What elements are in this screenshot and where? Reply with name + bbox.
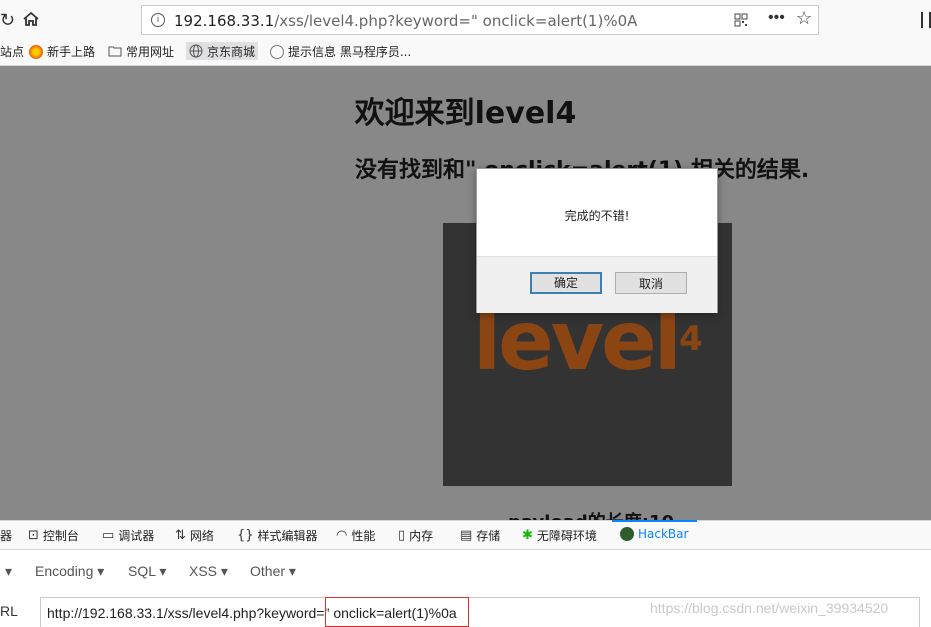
page-title: 欢迎来到level4 bbox=[354, 96, 577, 131]
tab-performance[interactable]: ◠ 性能 bbox=[336, 527, 375, 544]
alert-footer: 确定 取消 bbox=[477, 256, 717, 313]
tab-label: 内存 bbox=[409, 529, 434, 543]
tab-debugger[interactable]: ▭ 调试器 bbox=[102, 527, 154, 544]
tab-label: 样式编辑器 bbox=[257, 529, 318, 543]
menu-label: Encoding bbox=[35, 563, 94, 579]
bookmark-label: 提示信息 黑马程序员... bbox=[288, 45, 412, 59]
tab-label: 无障碍环境 bbox=[536, 529, 597, 543]
menu-label: Other bbox=[250, 563, 286, 579]
bookmark-heima[interactable]: 提示信息 黑马程序员... bbox=[270, 43, 411, 60]
url-text[interactable]: 192.168.33.1/xss/level4.php?keyword=" on… bbox=[174, 12, 637, 30]
network-icon: ⇅ bbox=[175, 528, 186, 543]
memory-icon: ▯ bbox=[398, 528, 406, 543]
tab-hackbar[interactable]: HackBar bbox=[620, 527, 688, 541]
tab-label: 性能 bbox=[351, 529, 376, 543]
more-actions-icon[interactable]: ••• bbox=[768, 9, 785, 27]
bookmark-label: 常用网址 bbox=[126, 45, 175, 59]
active-tab-indicator bbox=[612, 520, 697, 522]
cancel-button[interactable]: 取消 bbox=[615, 272, 687, 294]
tab-console[interactable]: ⊡ 控制台 bbox=[28, 527, 79, 544]
tab-storage[interactable]: ▤ 存储 bbox=[460, 527, 500, 544]
alert-dialog: 完成的不错! 确定 取消 bbox=[476, 168, 718, 313]
menu-encoding[interactable]: Encoding ▾ bbox=[35, 563, 104, 580]
bookmark-jd[interactable]: 京东商城 bbox=[186, 42, 259, 60]
loading-icon bbox=[270, 44, 284, 59]
hackbar-icon bbox=[620, 527, 634, 541]
tab-label: 控制台 bbox=[42, 529, 79, 543]
level-image-sup: 4 bbox=[679, 319, 703, 359]
gauge-icon: ◠ bbox=[336, 528, 348, 543]
bookmark-label: 新手上路 bbox=[47, 45, 96, 59]
tab-network[interactable]: ⇅ 网络 bbox=[175, 527, 214, 544]
menu-label: SQL bbox=[128, 563, 156, 579]
firefox-icon bbox=[29, 44, 43, 59]
menu-other[interactable]: Other ▾ bbox=[250, 563, 296, 580]
braces-icon: {} bbox=[237, 528, 254, 543]
tab-inspector[interactable]: 器 bbox=[0, 527, 12, 544]
menu-sql[interactable]: SQL ▾ bbox=[128, 563, 166, 580]
url-host: 192.168.33.1 bbox=[174, 12, 275, 30]
info-icon[interactable]: i bbox=[151, 13, 165, 27]
bookmark-common-sites[interactable]: 常用网址 bbox=[108, 43, 174, 60]
page-content: 欢迎来到level4 没有找到和" onclick=alert(1) 相关的结果… bbox=[0, 66, 931, 520]
tab-memory[interactable]: ▯ 内存 bbox=[398, 527, 433, 544]
bookmark-sites[interactable]: 站点 bbox=[0, 43, 24, 60]
qr-code-icon[interactable] bbox=[734, 13, 748, 32]
console-icon: ⊡ bbox=[28, 528, 39, 543]
payload-length-text: payload的长度:10 bbox=[508, 508, 674, 520]
tab-label: HackBar bbox=[638, 527, 689, 541]
tab-label: 器 bbox=[0, 529, 13, 543]
menu-dropdown-arrow[interactable]: ▾ bbox=[5, 563, 12, 580]
ok-button[interactable]: 确定 bbox=[530, 272, 602, 294]
browser-toolbar: ↻ i 192.168.33.1/xss/level4.php?keyword=… bbox=[0, 0, 931, 40]
load-url-button[interactable]: RL bbox=[0, 603, 18, 619]
tab-label: 调试器 bbox=[118, 529, 155, 543]
tab-label: 网络 bbox=[189, 529, 214, 543]
bookmark-star-icon[interactable]: ☆ bbox=[796, 8, 812, 29]
url-prefix: http://192.168.33.1/xss/level4.php?keywo… bbox=[47, 605, 325, 621]
url-path: /xss/level4.php?keyword=" onclick=alert(… bbox=[274, 12, 638, 30]
menu-xss[interactable]: XSS ▾ bbox=[189, 563, 228, 580]
home-icon[interactable] bbox=[22, 11, 40, 32]
tab-style-editor[interactable]: {} 样式编辑器 bbox=[237, 527, 318, 544]
storage-icon: ▤ bbox=[460, 528, 473, 543]
bookmark-getting-started[interactable]: 新手上路 bbox=[29, 43, 95, 60]
library-icon[interactable] bbox=[921, 12, 931, 28]
alert-message: 完成的不错! bbox=[564, 209, 630, 223]
debugger-icon: ▭ bbox=[102, 528, 115, 543]
payload-highlight-box bbox=[325, 597, 469, 627]
level-image-text: level bbox=[473, 294, 682, 389]
address-bar[interactable]: i 192.168.33.1/xss/level4.php?keyword=" … bbox=[141, 5, 819, 35]
tab-accessibility[interactable]: ✱ 无障碍环境 bbox=[522, 527, 597, 544]
menu-label: XSS bbox=[189, 563, 218, 579]
reload-icon[interactable]: ↻ bbox=[0, 10, 15, 31]
bookmark-label: 京东商城 bbox=[207, 44, 256, 59]
tab-label: 存储 bbox=[476, 529, 501, 543]
bookmark-label: 站点 bbox=[0, 45, 25, 59]
accessibility-icon: ✱ bbox=[522, 528, 533, 543]
folder-icon bbox=[108, 45, 122, 59]
watermark: https://blog.csdn.net/weixin_39934520 bbox=[650, 600, 889, 616]
globe-icon bbox=[189, 44, 203, 58]
